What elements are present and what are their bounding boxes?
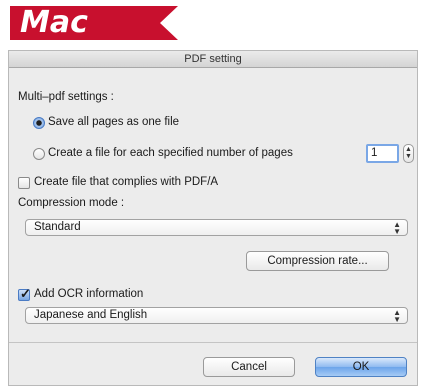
save-all-pages-label[interactable]: Save all pages as one file (48, 116, 179, 128)
pdfa-checkbox[interactable] (18, 177, 30, 189)
ok-button[interactable]: OK (315, 357, 407, 377)
cancel-button[interactable]: Cancel (203, 357, 295, 377)
pdfa-label[interactable]: Create file that complies with PDF/A (34, 176, 218, 188)
compression-mode-select[interactable]: Standard ▲ ▼ (25, 219, 408, 236)
multi-pdf-heading: Multi–pdf settings : (18, 91, 114, 103)
footer-divider (9, 342, 417, 343)
ocr-language-select[interactable]: Japanese and English ▲ ▼ (25, 307, 408, 324)
compression-heading: Compression mode : (18, 197, 125, 209)
checkmark-icon: ✓ (20, 286, 31, 301)
pdf-setting-dialog: PDF setting Multi–pdf settings : Save al… (8, 50, 418, 386)
compression-rate-button[interactable]: Compression rate... (246, 251, 389, 271)
up-down-arrows-icon: ▲ ▼ (393, 308, 401, 324)
pages-number-input[interactable]: 1 (366, 144, 399, 163)
stepper-icon[interactable]: ▲ ▼ (403, 144, 414, 163)
save-all-pages-radio[interactable] (33, 117, 45, 129)
ocr-language-value: Japanese and English (34, 309, 148, 321)
mac-banner: Mac (10, 6, 178, 40)
create-file-each-label[interactable]: Create a file for each specified number … (48, 147, 293, 159)
banner-title: Mac (20, 5, 88, 40)
compression-mode-value: Standard (34, 221, 81, 233)
dialog-title: PDF setting (9, 51, 417, 68)
ocr-label[interactable]: Add OCR information (34, 288, 143, 300)
create-file-each-radio[interactable] (33, 148, 45, 160)
up-down-arrows-icon: ▲ ▼ (393, 220, 401, 236)
ocr-checkbox[interactable]: ✓ (18, 286, 31, 301)
